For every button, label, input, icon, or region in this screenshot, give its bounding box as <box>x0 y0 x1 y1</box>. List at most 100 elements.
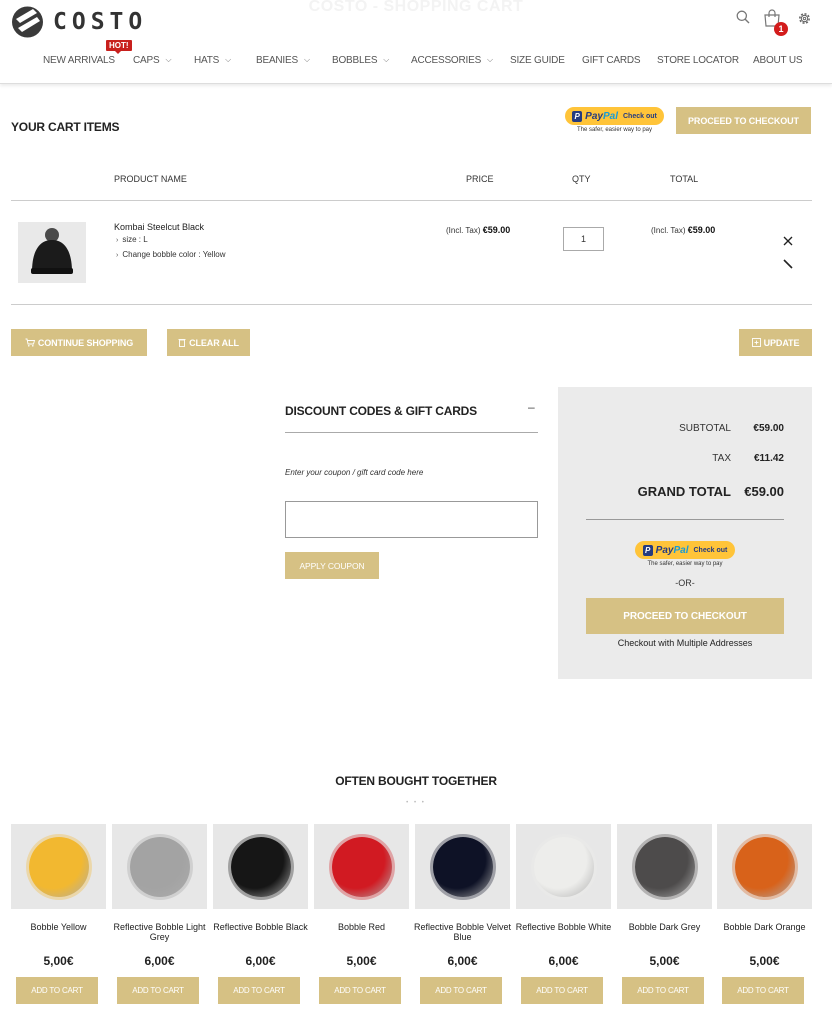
add-to-cart-button[interactable]: ADD TO CART <box>218 977 300 1004</box>
product-image[interactable] <box>314 824 409 909</box>
discount-title[interactable]: DISCOUNT CODES & GIFT CARDS <box>285 404 477 418</box>
summary-divider <box>586 519 784 520</box>
remove-item-icon[interactable] <box>782 235 794 247</box>
tax-label: TAX <box>712 453 731 464</box>
nav-label: ACCESSORIES <box>411 55 482 66</box>
paypal-caption: The safer, easier way to pay <box>576 127 653 133</box>
button-label: CLEAR ALL <box>189 337 239 348</box>
product-name[interactable]: Bobble Dark Orange <box>715 922 814 932</box>
product-image[interactable] <box>415 824 510 909</box>
paypal-logo-part: Pal <box>602 110 618 122</box>
product-price: 5,00€ <box>346 954 377 968</box>
cart-item-option: › size : L <box>116 235 148 244</box>
main-nav: NEW ARRIVALS CAPS ⌵ HATS ⌵ BEANIES ⌵ BOBBLE… <box>0 55 832 71</box>
clear-all-button[interactable]: CLEAR ALL <box>167 329 250 356</box>
beanie-image-icon <box>31 228 73 274</box>
product-image[interactable] <box>112 824 207 909</box>
tax-prefix: (Incl. Tax) <box>651 226 686 235</box>
product-name[interactable]: Reflective Bobble White <box>514 922 613 932</box>
logo-text: COSTO <box>53 9 148 35</box>
product-image[interactable] <box>717 824 812 909</box>
subtotal-value: €59.00 <box>753 423 784 434</box>
cart-count-badge: 1 <box>774 22 788 36</box>
product-card: Reflective Bobble Black 6,00€ ADD TO CAR… <box>213 824 308 1014</box>
paypal-logo-part: Pay <box>655 544 674 556</box>
edit-item-icon[interactable] <box>783 259 793 269</box>
product-image[interactable] <box>617 824 712 909</box>
nav-label: BEANIES <box>256 55 298 66</box>
cart-icon <box>25 338 35 347</box>
chevron-down-icon: ⌵ <box>303 55 310 64</box>
nav-item-accessories[interactable]: ACCESSORIES ⌵ <box>411 55 493 66</box>
chevron-down-icon: ⌵ <box>487 55 493 64</box>
product-price: 6,00€ <box>144 954 175 968</box>
continue-shopping-button[interactable]: CONTINUE SHOPPING <box>11 329 147 356</box>
collapse-toggle[interactable]: – <box>528 400 535 414</box>
paypal-checkout-button[interactable]: P PayPal Check out <box>565 107 664 125</box>
column-price: PRICE <box>466 174 494 184</box>
site-header: COSTO - SHOPPING CART COSTO 1 HOT! NEW A… <box>0 0 832 84</box>
table-divider <box>11 304 812 305</box>
logo[interactable]: COSTO <box>11 6 147 38</box>
nav-item-hats[interactable]: HATS ⌵ <box>194 55 231 66</box>
product-name[interactable]: Reflective Bobble Velvet Blue <box>413 922 512 942</box>
option-text: size : L <box>122 235 148 244</box>
paypal-checkout-button[interactable]: P PayPal Check out <box>635 541 735 559</box>
product-price: 6,00€ <box>548 954 579 968</box>
add-to-cart-button[interactable]: ADD TO CART <box>722 977 804 1004</box>
coupon-code-input[interactable] <box>285 501 538 538</box>
update-cart-button[interactable]: UPDATE <box>739 329 812 356</box>
nav-item-about-us[interactable]: ABOUT US <box>753 55 803 66</box>
add-to-cart-button[interactable]: ADD TO CART <box>521 977 603 1004</box>
carousel-dots[interactable]: • • • <box>400 800 432 806</box>
add-to-cart-button[interactable]: ADD TO CART <box>319 977 401 1004</box>
nav-item-new-arrivals[interactable]: NEW ARRIVALS <box>43 55 115 66</box>
chevron-down-icon: ⌵ <box>383 55 390 64</box>
product-image[interactable] <box>11 824 106 909</box>
paypal-checkout-text: Check out <box>622 112 657 120</box>
related-products-title: OFTEN BOUGHT TOGETHER <box>335 774 497 788</box>
add-to-cart-button[interactable]: ADD TO CART <box>622 977 704 1004</box>
paypal-logo-part: Pay <box>585 110 603 122</box>
product-thumbnail[interactable] <box>18 222 86 283</box>
tax-prefix: (Incl. Tax) <box>446 226 481 235</box>
product-name[interactable]: Reflective Bobble Black <box>211 922 310 932</box>
product-image[interactable] <box>213 824 308 909</box>
nav-item-beanies[interactable]: BEANIES ⌵ <box>256 55 310 66</box>
total-value: €59.00 <box>687 225 716 235</box>
bobble-image-icon <box>129 836 190 897</box>
add-to-cart-button[interactable]: ADD TO CART <box>16 977 98 1004</box>
product-price: 5,00€ <box>43 954 74 968</box>
chevron-right-icon: › <box>116 252 119 259</box>
product-name[interactable]: Bobble Dark Grey <box>615 922 714 932</box>
table-divider <box>11 200 812 201</box>
product-name[interactable]: Reflective Bobble Light Grey <box>110 922 209 942</box>
gear-icon[interactable] <box>797 11 812 26</box>
nav-item-bobbles[interactable]: BOBBLES ⌵ <box>332 55 389 66</box>
nav-item-caps[interactable]: CAPS ⌵ <box>133 55 172 66</box>
product-name[interactable]: Bobble Yellow <box>9 922 108 932</box>
nav-item-size-guide[interactable]: SIZE GUIDE <box>510 55 565 66</box>
cart-item-name[interactable]: Kombai Steelcut Black <box>114 222 204 232</box>
add-to-cart-button[interactable]: ADD TO CART <box>420 977 502 1004</box>
search-icon[interactable] <box>736 10 750 24</box>
apply-coupon-button[interactable]: APPLY COUPON <box>285 552 379 579</box>
quantity-input[interactable]: 1 <box>563 227 604 251</box>
proceed-to-checkout-button[interactable]: PROCEED TO CHECKOUT <box>676 107 811 134</box>
cart-title: YOUR CART ITEMS <box>11 120 120 134</box>
nav-item-gift-cards[interactable]: GIFT CARDS <box>582 55 641 66</box>
cart-item-price: (Incl. Tax) €59.00 <box>446 225 510 235</box>
product-card: Bobble Dark Grey 5,00€ ADD TO CART <box>617 824 712 1014</box>
nav-item-store-locator[interactable]: STORE LOCATOR <box>657 55 739 66</box>
proceed-to-checkout-button[interactable]: PROCEED TO CHECKOUT <box>586 598 784 634</box>
multiple-addresses-link[interactable]: Checkout with Multiple Addresses <box>558 638 812 648</box>
nav-label: NEW ARRIVALS <box>43 55 115 66</box>
add-to-cart-button[interactable]: ADD TO CART <box>117 977 199 1004</box>
product-image[interactable] <box>516 824 611 909</box>
bobble-image-icon <box>28 836 89 897</box>
order-summary: SUBTOTAL €59.00 TAX €11.42 GRAND TOTAL €… <box>558 387 812 679</box>
product-name[interactable]: Bobble Red <box>312 922 411 932</box>
coupon-hint: Enter your coupon / gift card code here <box>285 468 424 477</box>
paypal-checkout-text: Check out <box>693 546 728 554</box>
price-value: €59.00 <box>482 225 511 235</box>
